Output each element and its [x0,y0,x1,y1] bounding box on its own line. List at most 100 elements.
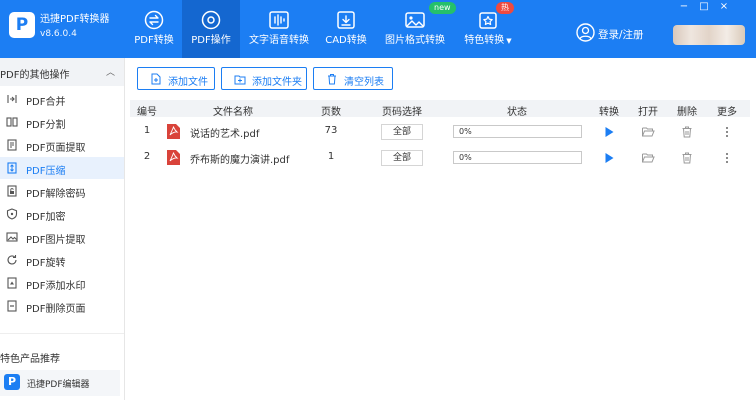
swap-circle-icon [144,10,164,30]
sidebar-item-label: PDF图片提取 [26,235,86,246]
sidebar-section-title: PDF的其他操作 [0,70,70,81]
sidebar-item-label: PDF压缩 [26,166,66,177]
progress-bar: 0% [453,151,582,164]
sidebar-item-rotate[interactable]: PDF旋转 [0,249,124,271]
split-icon [6,117,18,127]
nav-image-convert[interactable]: 图片格式转换 new [383,0,456,58]
sidebar-item-split[interactable]: PDF分割 [0,111,124,133]
page-select-dropdown[interactable]: 全部 [381,150,423,166]
more-vertical-icon[interactable] [720,125,734,139]
row-index: 2 [143,151,151,162]
column-header-name: 文件名称 [213,107,253,118]
play-icon[interactable] [602,125,616,139]
clear-list-button[interactable]: 清空列表 [313,67,393,90]
pdf-editor-logo-icon: P [4,374,20,390]
column-header-convert: 转换 [599,107,619,118]
row-index: 1 [143,125,151,136]
add-folder-label: 添加文件夹 [252,77,302,88]
trash-icon[interactable] [680,125,694,139]
trash-icon [328,74,336,85]
trash-icon[interactable] [680,151,694,165]
nav-label: 图片格式转换 [385,35,445,46]
app-header: P 迅捷PDF转换器 v8.6.0.4 PDF转换 PDF操作 文字语音转换 C… [0,0,756,58]
delete-page-icon [7,300,17,312]
sidebar-item-label: PDF删除页面 [26,304,86,315]
table-row[interactable]: 2 乔布斯的魔力演讲.pdf 1 全部 0% [130,145,750,171]
app-logo-icon: P [9,12,35,38]
app-version: v8.6.0.4 [40,29,77,39]
clear-list-label: 清空列表 [344,77,384,88]
sidebar-item-label: PDF旋转 [26,258,66,269]
chevron-down-icon: ▼ [506,37,512,45]
pdf-file-icon [167,124,180,139]
nav-pdf-operate[interactable]: PDF操作 [182,0,240,58]
recommend-item-pdf-editor[interactable]: P 迅捷PDF编辑器 [0,370,120,396]
add-file-button[interactable]: 添加文件 [137,67,215,90]
hot-badge: 热 [496,2,514,14]
unlock-icon [7,185,17,197]
nav-label: 文字语音转换 [249,35,309,46]
close-button[interactable]: × [717,1,731,13]
file-name: 说话的艺术.pdf [190,129,260,140]
shield-icon [6,208,18,220]
nav-text-speech[interactable]: 文字语音转换 [246,0,312,58]
sidebar-item-label: PDF合并 [26,97,66,108]
add-folder-icon [234,75,246,85]
column-header-page-select: 页码选择 [382,107,422,118]
sidebar-item-delete-page[interactable]: PDF删除页面 [0,295,124,317]
sidebar-item-label: PDF添加水印 [26,281,86,292]
column-header-open: 打开 [638,107,658,118]
column-header-more: 更多 [717,107,737,118]
page-select-dropdown[interactable]: 全部 [381,124,423,140]
nav-label: PDF转换 [134,35,174,46]
merge-icon [7,95,17,103]
compress-icon [7,162,17,174]
add-folder-button[interactable]: 添加文件夹 [221,67,307,90]
page-count: 1 [327,151,335,162]
sidebar-item-label: PDF页面提取 [26,143,86,154]
column-header-status: 状态 [507,107,527,118]
more-vertical-icon[interactable] [720,151,734,165]
folder-open-icon[interactable] [641,125,655,139]
login-label: 登录/注册 [598,29,644,41]
sidebar-item-page-extract[interactable]: PDF页面提取 [0,134,124,156]
star-box-icon [479,12,497,29]
nav-pdf-convert[interactable]: PDF转换 [126,0,182,58]
sidebar-item-watermark[interactable]: PDF添加水印 [0,272,124,294]
table-header: 编号 文件名称 页数 页码选择 状态 转换 打开 删除 更多 [130,100,750,118]
minimize-button[interactable]: − [677,1,691,13]
nav-label-text: 特色转换 [464,35,505,46]
nav-cad-convert[interactable]: CAD转换 [322,0,370,58]
progress-bar: 0% [453,125,582,138]
sidebar-section-header[interactable]: PDF的其他操作 ︿ [0,58,124,86]
sidebar: PDF的其他操作 ︿ PDF合并 PDF分割 PDF页面提取 PDF压缩 PDF… [0,58,125,400]
progress-text: 0% [459,153,472,162]
column-header-index: 编号 [137,107,157,118]
watermark-icon [7,277,17,289]
image-icon [405,12,425,28]
cad-download-icon [337,11,355,29]
play-icon[interactable] [602,151,616,165]
sidebar-item-unlock[interactable]: PDF解除密码 [0,180,124,202]
page-count: 73 [324,125,338,136]
gear-icon [201,10,221,30]
page-extract-icon [7,139,17,151]
sidebar-item-image-extract[interactable]: PDF图片提取 [0,226,124,248]
sidebar-item-label: PDF加密 [26,212,66,223]
file-name: 乔布斯的魔力演讲.pdf [190,155,290,166]
new-badge: new [429,2,456,14]
nav-feature-convert[interactable]: 特色转换 ▼ 热 [458,0,518,58]
sidebar-item-merge[interactable]: PDF合并 [0,88,124,110]
avatar[interactable] [673,25,745,45]
sidebar-item-compress[interactable]: PDF压缩 [0,157,124,179]
folder-open-icon[interactable] [641,151,655,165]
nav-label: CAD转换 [325,35,367,46]
nav-label: 特色转换 ▼ [458,35,518,47]
maximize-button[interactable]: □ [697,1,711,13]
audio-wave-icon [269,11,289,29]
image-extract-icon [6,232,18,242]
column-header-delete: 删除 [677,107,697,118]
sidebar-item-encrypt[interactable]: PDF加密 [0,203,124,225]
progress-text: 0% [459,127,472,136]
table-row[interactable]: 1 说话的艺术.pdf 73 全部 0% [130,119,750,145]
